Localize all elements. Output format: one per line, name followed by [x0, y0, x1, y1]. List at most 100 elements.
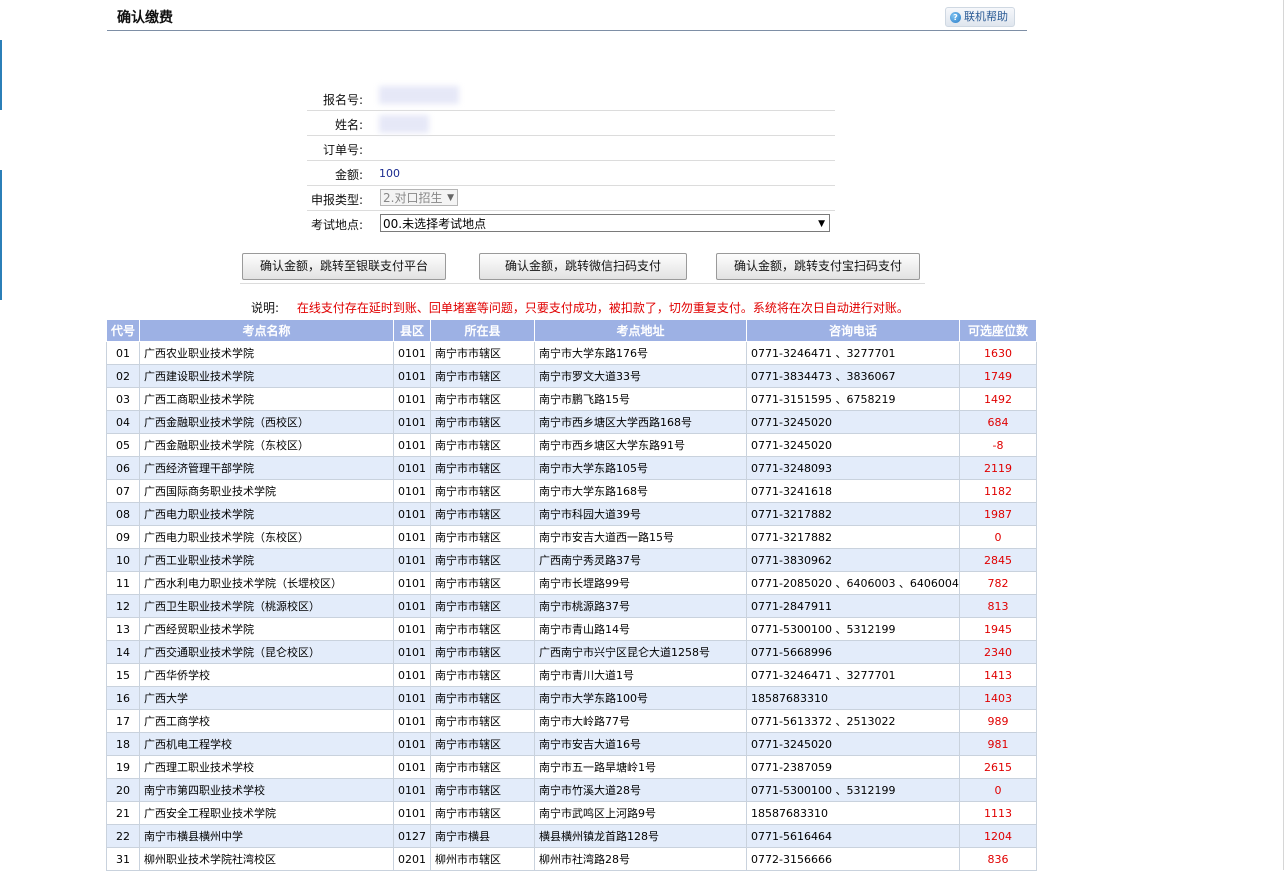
- site-name: 广西交通职业技术学院（昆仑校区）: [139, 640, 394, 664]
- site-county-code: 0101: [393, 709, 431, 733]
- site-county-code: 0101: [393, 433, 431, 457]
- site-district: 南宁市市辖区: [430, 755, 535, 779]
- site-phone: 0772-3156666: [746, 847, 960, 871]
- site-district: 南宁市市辖区: [430, 594, 535, 618]
- location-label: 考试地点:: [310, 218, 363, 232]
- site-address: 柳州市社湾路28号: [534, 847, 747, 871]
- unionpay-button[interactable]: 确认金额，跳转至银联支付平台: [242, 253, 446, 280]
- site-district: 南宁市市辖区: [430, 801, 535, 825]
- site-seats: 1182: [959, 479, 1037, 503]
- help-button[interactable]: ? 联机帮助: [945, 7, 1015, 27]
- site-seats: 1630: [959, 341, 1037, 365]
- table-row: 15 广西华侨学校 0101 南宁市市辖区 南宁市青川大道1号 0771-3246471 …: [106, 663, 1037, 687]
- table-row: 06 广西经济管理干部学院 0101 南宁市市辖区 南宁市大学东路105号 0771-32…: [106, 456, 1037, 480]
- site-code: 05: [106, 433, 140, 457]
- site-district: 南宁市横县: [430, 824, 535, 848]
- site-address: 南宁市大学东路105号: [534, 456, 747, 480]
- table-row: 09 广西电力职业技术学院（东校区） 0101 南宁市市辖区 南宁市安吉大道西一路15号…: [106, 525, 1037, 549]
- site-address: 南宁市罗文大道33号: [534, 364, 747, 388]
- site-seats: 1987: [959, 502, 1037, 526]
- window-left-edge: [0, 0, 2, 870]
- site-seats: 2119: [959, 456, 1037, 480]
- site-seats: 989: [959, 709, 1037, 733]
- site-seats: 1403: [959, 686, 1037, 710]
- site-code: 16: [106, 686, 140, 710]
- table-row: 16 广西大学 0101 南宁市市辖区 南宁市大学东路100号 18587683310 14…: [106, 686, 1037, 710]
- site-district: 南宁市市辖区: [430, 502, 535, 526]
- site-address: 南宁市大学东路168号: [534, 479, 747, 503]
- site-seats: 981: [959, 732, 1037, 756]
- site-name: 柳州职业技术学院社湾校区: [139, 847, 394, 871]
- wechat-pay-button[interactable]: 确认金额，跳转微信扫码支付: [479, 253, 687, 280]
- site-address: 南宁市青川大道1号: [534, 663, 747, 687]
- table-row: 04 广西金融职业技术学院（西校区） 0101 南宁市市辖区 南宁市西乡塘区大学西路16…: [106, 410, 1037, 434]
- site-county-code: 0101: [393, 617, 431, 641]
- site-address: 南宁市大学东路100号: [534, 686, 747, 710]
- table-row: 08 广西电力职业技术学院 0101 南宁市市辖区 南宁市科园大道39号 0771-321…: [106, 502, 1037, 526]
- site-name: 南宁市第四职业技术学校: [139, 778, 394, 802]
- site-address: 南宁市西乡塘区大学西路168号: [534, 410, 747, 434]
- site-county-code: 0101: [393, 778, 431, 802]
- type-select[interactable]: 2.对口招生 ▼: [380, 189, 458, 206]
- payment-buttons: 确认金额，跳转至银联支付平台 确认金额，跳转微信扫码支付 确认金额，跳转支付宝扫…: [240, 253, 925, 284]
- site-district: 南宁市市辖区: [430, 778, 535, 802]
- site-county-code: 0101: [393, 387, 431, 411]
- site-name: 广西工商职业技术学院: [139, 387, 394, 411]
- site-address: 南宁市桃源路37号: [534, 594, 747, 618]
- site-county-code: 0101: [393, 410, 431, 434]
- site-phone: 0771-3830962: [746, 548, 960, 572]
- site-county-code: 0101: [393, 548, 431, 572]
- page-header: 确认缴费 ? 联机帮助: [107, 0, 1027, 31]
- site-district: 南宁市市辖区: [430, 640, 535, 664]
- table-row: 20 南宁市第四职业技术学校 0101 南宁市市辖区 南宁市竹溪大道28号 0771-53…: [106, 778, 1037, 802]
- table-row: 01 广西农业职业技术学院 0101 南宁市市辖区 南宁市大学东路176号 0771-32…: [106, 341, 1037, 365]
- site-county-code: 0201: [393, 847, 431, 871]
- site-name: 广西国际商务职业技术学院: [139, 479, 394, 503]
- site-name: 广西金融职业技术学院（东校区）: [139, 433, 394, 457]
- site-name: 广西安全工程职业技术学院: [139, 801, 394, 825]
- site-seats: 0: [959, 778, 1037, 802]
- site-address: 南宁市鹏飞路15号: [534, 387, 747, 411]
- site-district: 南宁市市辖区: [430, 617, 535, 641]
- site-phone: 0771-3245020: [746, 732, 960, 756]
- site-seats: 1749: [959, 364, 1037, 388]
- site-code: 19: [106, 755, 140, 779]
- type-row: 申报类型: 2.对口招生 ▼: [307, 186, 835, 211]
- exam-site-table: 代号 考点名称 县区 所在县 考点地址 咨询电话 可选座位数 01 广西农业职业技…: [106, 319, 1037, 871]
- table-row: 18 广西机电工程学校 0101 南宁市市辖区 南宁市安吉大道16号 0771-32450…: [106, 732, 1037, 756]
- site-seats: 1204: [959, 824, 1037, 848]
- site-code: 21: [106, 801, 140, 825]
- chevron-down-icon: ▼: [447, 193, 454, 203]
- site-address: 南宁市青山路14号: [534, 617, 747, 641]
- site-code: 10: [106, 548, 140, 572]
- type-select-value: 2.对口招生: [383, 191, 443, 205]
- site-phone: 0771-3151595 、6758219: [746, 387, 960, 411]
- order-row: 订单号:: [307, 136, 835, 161]
- site-code: 02: [106, 364, 140, 388]
- site-phone: 0771-5300100 、5312199: [746, 617, 960, 641]
- reg-no-value-redacted: [379, 86, 459, 104]
- site-phone: 0771-5613372 、2513022: [746, 709, 960, 733]
- site-county-code: 0101: [393, 364, 431, 388]
- site-phone: 0771-5668996: [746, 640, 960, 664]
- location-select[interactable]: 00.未选择考试地点 ▼: [380, 214, 830, 232]
- site-name: 广西电力职业技术学院: [139, 502, 394, 526]
- amount-row: 金额: 100: [307, 161, 835, 186]
- site-seats: 1492: [959, 387, 1037, 411]
- table-row: 19 广西理工职业技术学校 0101 南宁市市辖区 南宁市五一路旱塘岭1号 0771-23…: [106, 755, 1037, 779]
- site-seats: 2340: [959, 640, 1037, 664]
- col-header: 代号: [106, 319, 140, 342]
- name-row: 姓名:: [307, 111, 835, 136]
- site-seats: 1413: [959, 663, 1037, 687]
- site-code: 17: [106, 709, 140, 733]
- site-seats: 1113: [959, 801, 1037, 825]
- site-name: 广西水利电力职业技术学院（长堽校区）: [139, 571, 394, 595]
- alipay-button[interactable]: 确认金额，跳转支付宝扫码支付: [716, 253, 920, 280]
- reg-no-row: 报名号:: [307, 86, 835, 111]
- site-district: 南宁市市辖区: [430, 571, 535, 595]
- site-name: 广西农业职业技术学院: [139, 341, 394, 365]
- site-phone: 0771-2387059: [746, 755, 960, 779]
- payment-note: 说明: 在线支付存在延时到账、回单堵塞等问题，只要支付成功，被扣款了，切勿重复支…: [251, 299, 909, 316]
- site-county-code: 0127: [393, 824, 431, 848]
- site-phone: 0771-3217882: [746, 525, 960, 549]
